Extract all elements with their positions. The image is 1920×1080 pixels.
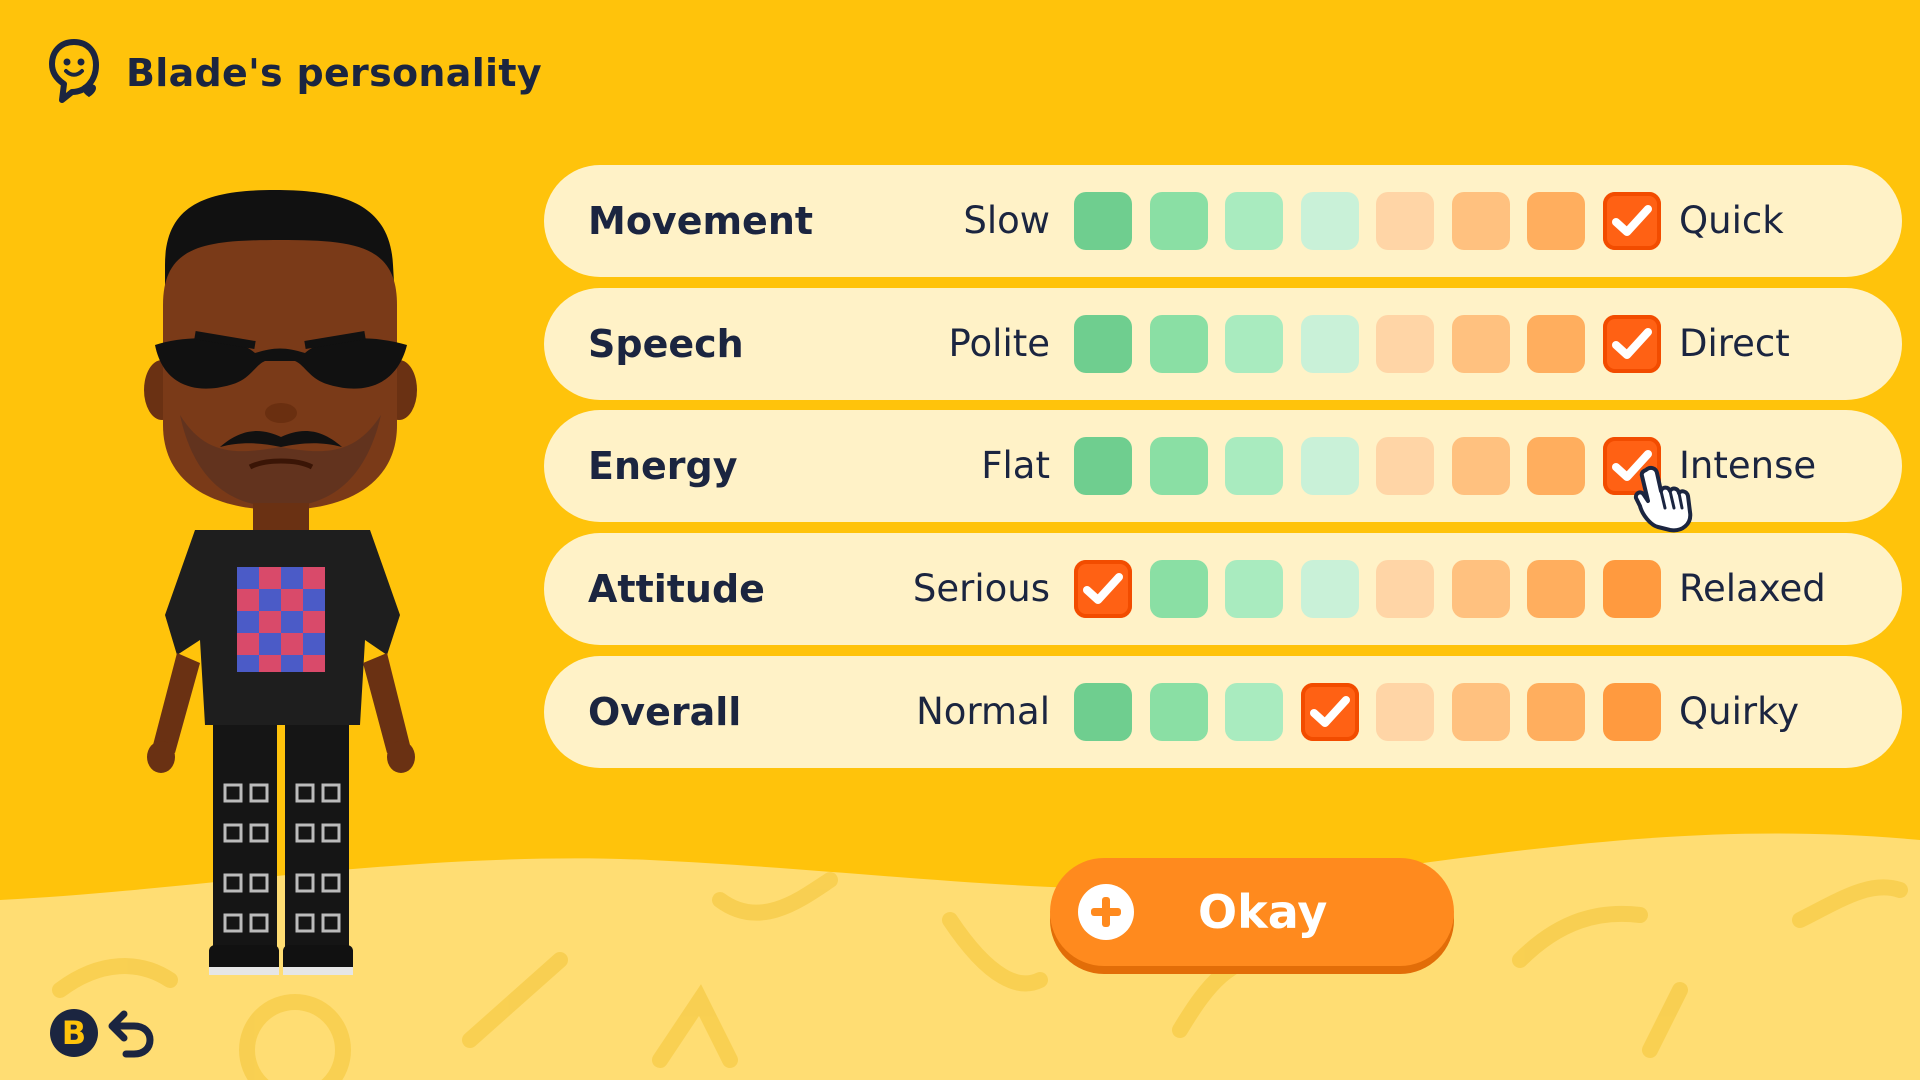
scale-option-7[interactable] <box>1527 315 1585 373</box>
scale-option-2[interactable] <box>1150 683 1208 741</box>
okay-label: Okay <box>1198 885 1328 939</box>
trait-low-label: Serious <box>912 567 1050 610</box>
trait-row-movement: Movement Slow Quick <box>544 165 1902 277</box>
plus-icon <box>1078 884 1134 940</box>
scale-option-3[interactable] <box>1225 437 1283 495</box>
scale-option-2[interactable] <box>1150 560 1208 618</box>
scale-option-6[interactable] <box>1452 437 1510 495</box>
scale-option-5[interactable] <box>1376 437 1434 495</box>
scale-option-2[interactable] <box>1150 437 1208 495</box>
scale-option-1[interactable] <box>1074 560 1132 618</box>
scale-option-3[interactable] <box>1225 315 1283 373</box>
trait-row-overall: Overall Normal Quirky <box>544 656 1902 768</box>
scale-option-8[interactable] <box>1603 315 1661 373</box>
checkmark-icon <box>1083 573 1123 604</box>
checkmark-icon <box>1612 328 1652 359</box>
scale-option-5[interactable] <box>1376 683 1434 741</box>
trait-high-label: Quick <box>1679 199 1784 242</box>
scale-option-5[interactable] <box>1376 560 1434 618</box>
trait-row-attitude: Attitude Serious Relaxed <box>544 533 1902 645</box>
scale-option-1[interactable] <box>1074 192 1132 250</box>
trait-row-speech: Speech Polite Direct <box>544 288 1902 400</box>
scale-option-4[interactable] <box>1301 560 1359 618</box>
scale-option-2[interactable] <box>1150 315 1208 373</box>
page-title: Blade's personality <box>126 51 542 95</box>
scale-option-7[interactable] <box>1527 437 1585 495</box>
scale-option-3[interactable] <box>1225 560 1283 618</box>
scale-option-3[interactable] <box>1225 683 1283 741</box>
trait-high-label: Relaxed <box>1679 567 1826 610</box>
trait-low-label: Flat <box>981 444 1050 487</box>
scale-option-6[interactable] <box>1452 315 1510 373</box>
trait-high-label: Direct <box>1679 322 1790 365</box>
undo-icon <box>108 1010 154 1058</box>
scale-option-7[interactable] <box>1527 683 1585 741</box>
scale-option-4[interactable] <box>1301 683 1359 741</box>
scale-option-6[interactable] <box>1452 192 1510 250</box>
scale-option-2[interactable] <box>1150 192 1208 250</box>
checkmark-icon <box>1612 205 1652 236</box>
scale-option-7[interactable] <box>1527 560 1585 618</box>
trait-low-label: Polite <box>948 322 1050 365</box>
scale-option-3[interactable] <box>1225 192 1283 250</box>
okay-button[interactable]: Okay <box>1050 858 1454 966</box>
scale-option-8[interactable] <box>1603 560 1661 618</box>
scale-option-1[interactable] <box>1074 315 1132 373</box>
mii-avatar <box>144 190 417 975</box>
scale-option-4[interactable] <box>1301 437 1359 495</box>
scale-option-5[interactable] <box>1376 192 1434 250</box>
scale-option-8[interactable] <box>1603 192 1661 250</box>
checkmark-icon <box>1310 696 1350 727</box>
b-button-icon: B <box>50 1009 98 1057</box>
scale-option-4[interactable] <box>1301 192 1359 250</box>
scale-option-5[interactable] <box>1376 315 1434 373</box>
trait-high-label: Quirky <box>1679 690 1800 733</box>
scale-option-1[interactable] <box>1074 683 1132 741</box>
trait-low-label: Normal <box>916 690 1050 733</box>
trait-low-label: Slow <box>963 199 1050 242</box>
hand-cursor-icon <box>1633 465 1693 533</box>
scale-option-6[interactable] <box>1452 560 1510 618</box>
back-hint[interactable]: B <box>50 1008 156 1058</box>
scale-option-4[interactable] <box>1301 315 1359 373</box>
scale-option-7[interactable] <box>1527 192 1585 250</box>
page-header: Blade's personality <box>46 38 542 108</box>
personality-icon <box>49 39 99 103</box>
scale-option-6[interactable] <box>1452 683 1510 741</box>
scale-option-8[interactable] <box>1603 683 1661 741</box>
scale-option-1[interactable] <box>1074 437 1132 495</box>
